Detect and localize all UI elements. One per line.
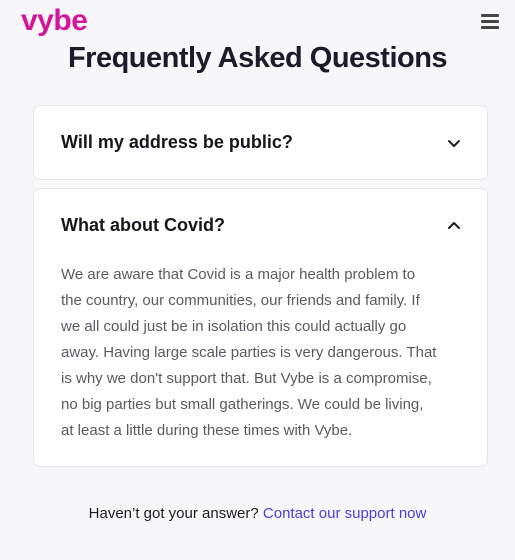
page-title: Frequently Asked Questions	[67, 42, 448, 74]
menu-bar	[481, 14, 499, 17]
hamburger-menu-icon[interactable]	[481, 14, 499, 29]
chevron-down-icon[interactable]	[447, 136, 461, 150]
chevron-up-icon[interactable]	[447, 219, 461, 233]
faq-question-toggle[interactable]: What about Covid?	[34, 189, 487, 262]
faq-item-address: Will my address be public?	[33, 105, 488, 180]
menu-bar	[481, 26, 499, 29]
faq-question-text: Will my address be public?	[61, 132, 293, 152]
faq-answer-text: We are aware that Covid is a major healt…	[61, 266, 437, 439]
faq-question-text: What about Covid?	[61, 215, 225, 235]
vybe-logo[interactable]: vybe	[21, 4, 88, 38]
menu-bar	[481, 20, 499, 23]
faq-item-covid: What about Covid? We are aware that Covi…	[33, 188, 488, 467]
site-header: vybe	[0, 0, 515, 40]
faq-question-toggle[interactable]: Will my address be public?	[34, 106, 487, 179]
support-prompt-text: Haven’t got your answer?	[88, 505, 259, 522]
faq-list: Will my address be public? What about Co…	[0, 105, 515, 467]
support-prompt: Haven’t got your answer? Contact our sup…	[0, 505, 515, 522]
contact-support-link[interactable]: Contact our support now	[263, 505, 426, 522]
